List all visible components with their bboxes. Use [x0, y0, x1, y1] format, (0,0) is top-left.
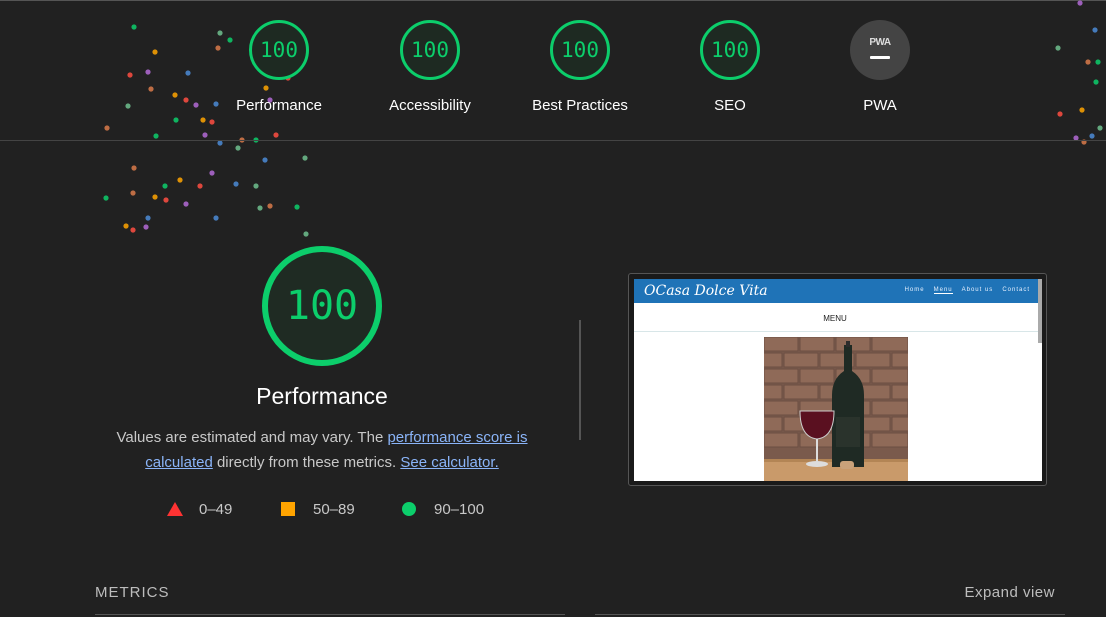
confetti-dot: [183, 201, 189, 207]
site-nav-about: About us: [961, 287, 994, 293]
site-menu-heading-bar: MENU: [634, 304, 1042, 332]
score-ring: 100: [550, 20, 610, 80]
dash-icon: [870, 56, 890, 59]
legend-range: 90–100: [434, 500, 485, 518]
confetti-dot: [235, 145, 241, 151]
metrics-heading: METRICS: [95, 584, 170, 601]
gauge-label: Accessibility: [389, 97, 471, 114]
square-icon: [281, 502, 295, 516]
confetti-dot: [253, 183, 259, 189]
confetti-dot: [163, 197, 169, 203]
score-ring: 100: [249, 20, 309, 80]
pwa-badge-icon: PWA: [850, 20, 910, 80]
confetti-dot: [233, 181, 239, 187]
site-nav-menu: Menu: [933, 287, 953, 294]
confetti-dot: [177, 177, 183, 183]
section-divider: [579, 320, 581, 440]
gauge-best-practices[interactable]: 100 Best Practices: [510, 20, 650, 114]
expand-view-button[interactable]: Expand view: [964, 584, 1055, 601]
gauge-label: SEO: [714, 97, 746, 114]
site-navbar: OCasa Dolce Vita Home Menu About us Cont…: [634, 279, 1042, 303]
performance-title: Performance: [256, 383, 388, 409]
legend-fail: 0–49: [167, 499, 232, 519]
confetti-dot: [302, 155, 308, 161]
screenshot-page: OCasa Dolce Vita Home Menu About us Cont…: [634, 279, 1042, 481]
pwa-badge-text: PWA: [869, 37, 891, 48]
gauge-seo[interactable]: 100 SEO: [660, 20, 800, 114]
site-nav-links: Home Menu About us Contact: [905, 287, 1030, 294]
confetti-dot: [257, 205, 263, 211]
gauge-label: Performance: [236, 97, 322, 114]
confetti-dot: [262, 157, 268, 163]
metrics-rule-left: [95, 614, 565, 615]
scores-header: 100 Performance 100 Accessibility 100 Be…: [0, 0, 1106, 141]
site-menu-heading: MENU: [823, 314, 847, 323]
confetti-dot: [162, 183, 168, 189]
confetti-dot: [123, 223, 129, 229]
triangle-icon: [167, 502, 183, 516]
confetti-dot: [103, 195, 109, 201]
performance-description: Values are estimated and may vary. The p…: [102, 425, 542, 475]
confetti-dot: [131, 165, 137, 171]
gauge-accessibility[interactable]: 100 Accessibility: [360, 20, 500, 114]
site-logo: OCasa Dolce Vita: [644, 283, 768, 299]
site-nav-contact: Contact: [1002, 287, 1030, 293]
performance-score-gauge: 100: [262, 246, 382, 366]
confetti-dot: [130, 190, 136, 196]
site-nav-home: Home: [904, 287, 925, 293]
score-ring: 100: [700, 20, 760, 80]
desc-prefix: Values are estimated and may vary. The: [116, 429, 388, 446]
screenshot-scrollbar: [1038, 279, 1042, 343]
confetti-dot: [152, 194, 158, 200]
gauge-pwa[interactable]: PWA PWA: [810, 20, 950, 114]
confetti-dot: [294, 204, 300, 210]
wine-bottle-photo: [764, 337, 908, 481]
confetti-dot: [213, 215, 219, 221]
legend-pass: 90–100: [402, 499, 484, 519]
confetti-dot: [143, 224, 149, 230]
legend-range: 0–49: [199, 500, 233, 518]
confetti-dot: [209, 170, 215, 176]
confetti-dot: [130, 227, 136, 233]
confetti-dot: [145, 215, 151, 221]
confetti-dot: [217, 140, 223, 146]
wine-photo-image: [764, 337, 908, 481]
metrics-rule-right: [595, 614, 1065, 615]
confetti-dot: [197, 183, 203, 189]
confetti-dot: [303, 231, 309, 237]
legend-range: 50–89: [313, 500, 355, 518]
legend-average: 50–89: [281, 499, 355, 519]
see-calculator-link[interactable]: See calculator.: [400, 454, 498, 471]
confetti-dot: [267, 203, 273, 209]
gauge-label: Best Practices: [532, 97, 628, 114]
final-screenshot[interactable]: OCasa Dolce Vita Home Menu About us Cont…: [628, 273, 1047, 486]
score-ring: 100: [400, 20, 460, 80]
desc-middle: directly from these metrics.: [212, 454, 401, 471]
gauge-performance[interactable]: 100 Performance: [209, 20, 349, 114]
gauge-label: PWA: [863, 97, 897, 114]
circle-icon: [402, 502, 416, 516]
